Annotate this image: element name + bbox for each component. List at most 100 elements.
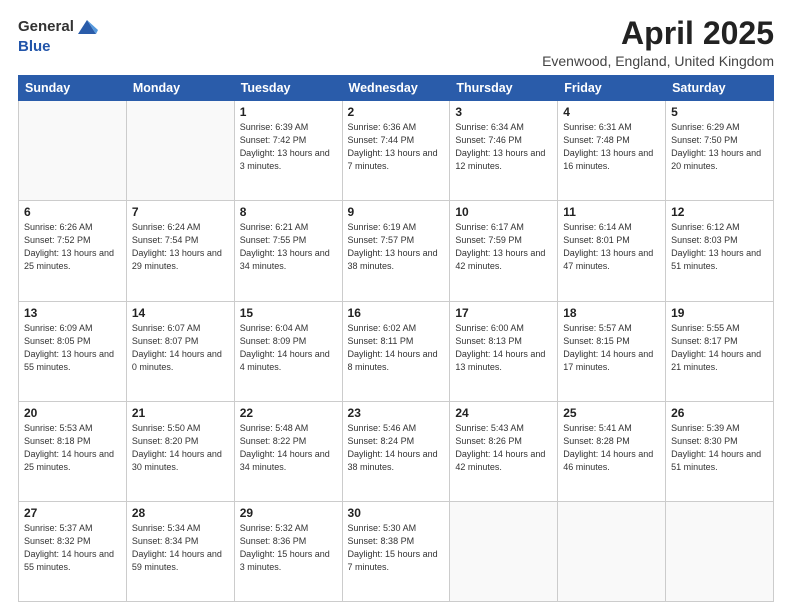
table-row: 15Sunrise: 6:04 AM Sunset: 8:09 PM Dayli… [234, 301, 342, 401]
table-row: 25 Sunrise: 5:41 AM Sunset: 8:28 PM Dayli… [558, 401, 666, 501]
table-row [558, 501, 666, 601]
day-info: Sunrise: 6:04 AM Sunset: 8:09 PM Dayligh… [240, 322, 337, 374]
logo-blue: Blue [18, 38, 51, 55]
day-number: 27 [24, 506, 121, 520]
table-row: 13 Sunrise: 6:09 AM Sunset: 8:05 PM Dayli… [19, 301, 127, 401]
table-row: 18Sunrise: 5:57 AM Sunset: 8:15 PM Dayli… [558, 301, 666, 401]
col-sunday: Sunday [19, 76, 127, 101]
day-number: 11 [563, 205, 660, 219]
day-info: Sunrise: 5:41 AM Sunset: 8:28 PM Dayligh… [563, 422, 660, 474]
day-info: Sunrise: 5:46 AM Sunset: 8:24 PM Dayligh… [348, 422, 445, 474]
location-subtitle: Evenwood, England, United Kingdom [542, 53, 774, 69]
day-info: Sunrise: 5:37 AM Sunset: 8:32 PM Dayligh… [24, 522, 121, 574]
day-info: Sunrise: 5:55 AM Sunset: 8:17 PM Dayligh… [671, 322, 768, 374]
day-number: 22 [240, 406, 337, 420]
day-info: Sunrise: 6:02 AM Sunset: 8:11 PM Dayligh… [348, 322, 445, 374]
table-row: 26 Sunrise: 5:39 AM Sunset: 8:30 PM Dayli… [666, 401, 774, 501]
calendar-week-row: 27 Sunrise: 5:37 AM Sunset: 8:32 PM Dayli… [19, 501, 774, 601]
table-row: 24Sunrise: 5:43 AM Sunset: 8:26 PM Dayli… [450, 401, 558, 501]
col-tuesday: Tuesday [234, 76, 342, 101]
day-info: Sunrise: 6:31 AM Sunset: 7:48 PM Dayligh… [563, 121, 660, 173]
day-number: 19 [671, 306, 768, 320]
day-info: Sunrise: 5:57 AM Sunset: 8:15 PM Dayligh… [563, 322, 660, 374]
table-row: 29 Sunrise: 5:32 AM Sunset: 8:36 PM Dayli… [234, 501, 342, 601]
table-row: 20Sunrise: 5:53 AM Sunset: 8:18 PM Dayli… [19, 401, 127, 501]
table-row: 8 Sunrise: 6:21 AM Sunset: 7:55 PM Daylig… [234, 201, 342, 301]
table-row: 3Sunrise: 6:34 AM Sunset: 7:46 PM Daylig… [450, 101, 558, 201]
col-friday: Friday [558, 76, 666, 101]
day-info: Sunrise: 6:14 AM Sunset: 8:01 PM Dayligh… [563, 221, 660, 273]
col-monday: Monday [126, 76, 234, 101]
day-number: 25 [563, 406, 660, 420]
table-row: 6 Sunrise: 6:26 AM Sunset: 7:52 PM Daylig… [19, 201, 127, 301]
day-info: Sunrise: 6:00 AM Sunset: 8:13 PM Dayligh… [455, 322, 552, 374]
title-block: April 2025 Evenwood, England, United Kin… [542, 16, 774, 69]
day-number: 12 [671, 205, 768, 219]
day-info: Sunrise: 5:53 AM Sunset: 8:18 PM Dayligh… [24, 422, 121, 474]
day-info: Sunrise: 6:39 AM Sunset: 7:42 PM Dayligh… [240, 121, 337, 173]
col-wednesday: Wednesday [342, 76, 450, 101]
day-info: Sunrise: 5:39 AM Sunset: 8:30 PM Dayligh… [671, 422, 768, 474]
calendar-week-row: 13 Sunrise: 6:09 AM Sunset: 8:05 PM Dayli… [19, 301, 774, 401]
day-number: 17 [455, 306, 552, 320]
table-row [666, 501, 774, 601]
day-number: 7 [132, 205, 229, 219]
day-info: Sunrise: 5:34 AM Sunset: 8:34 PM Dayligh… [132, 522, 229, 574]
day-info: Sunrise: 6:09 AM Sunset: 8:05 PM Dayligh… [24, 322, 121, 374]
page: General Blue April 2025 Evenwood, Englan… [0, 0, 792, 612]
day-info: Sunrise: 6:12 AM Sunset: 8:03 PM Dayligh… [671, 221, 768, 273]
day-info: Sunrise: 6:24 AM Sunset: 7:54 PM Dayligh… [132, 221, 229, 273]
calendar-week-row: 1 Sunrise: 6:39 AM Sunset: 7:42 PM Daylig… [19, 101, 774, 201]
logo: General Blue [18, 16, 98, 56]
table-row: 4Sunrise: 6:31 AM Sunset: 7:48 PM Daylig… [558, 101, 666, 201]
table-row: 12 Sunrise: 6:12 AM Sunset: 8:03 PM Dayli… [666, 201, 774, 301]
day-info: Sunrise: 6:17 AM Sunset: 7:59 PM Dayligh… [455, 221, 552, 273]
table-row: 19 Sunrise: 5:55 AM Sunset: 8:17 PM Dayli… [666, 301, 774, 401]
table-row: 28 Sunrise: 5:34 AM Sunset: 8:34 PM Dayli… [126, 501, 234, 601]
day-info: Sunrise: 6:26 AM Sunset: 7:52 PM Dayligh… [24, 221, 121, 273]
logo-icon [76, 16, 98, 38]
table-row: 22 Sunrise: 5:48 AM Sunset: 8:22 PM Dayli… [234, 401, 342, 501]
day-number: 26 [671, 406, 768, 420]
month-year-title: April 2025 [542, 16, 774, 51]
day-number: 5 [671, 105, 768, 119]
day-number: 30 [348, 506, 445, 520]
table-row [450, 501, 558, 601]
table-row: 14 Sunrise: 6:07 AM Sunset: 8:07 PM Dayli… [126, 301, 234, 401]
day-number: 14 [132, 306, 229, 320]
day-number: 28 [132, 506, 229, 520]
table-row: 16Sunrise: 6:02 AM Sunset: 8:11 PM Dayli… [342, 301, 450, 401]
logo-general: General [18, 19, 74, 36]
table-row: 10Sunrise: 6:17 AM Sunset: 7:59 PM Dayli… [450, 201, 558, 301]
day-number: 24 [455, 406, 552, 420]
table-row: 21Sunrise: 5:50 AM Sunset: 8:20 PM Dayli… [126, 401, 234, 501]
day-info: Sunrise: 6:34 AM Sunset: 7:46 PM Dayligh… [455, 121, 552, 173]
day-info: Sunrise: 5:30 AM Sunset: 8:38 PM Dayligh… [348, 522, 445, 574]
day-number: 13 [24, 306, 121, 320]
table-row: 5 Sunrise: 6:29 AM Sunset: 7:50 PM Daylig… [666, 101, 774, 201]
day-number: 23 [348, 406, 445, 420]
table-row: 1 Sunrise: 6:39 AM Sunset: 7:42 PM Daylig… [234, 101, 342, 201]
day-number: 8 [240, 205, 337, 219]
col-saturday: Saturday [666, 76, 774, 101]
table-row: 23 Sunrise: 5:46 AM Sunset: 8:24 PM Dayli… [342, 401, 450, 501]
day-info: Sunrise: 5:32 AM Sunset: 8:36 PM Dayligh… [240, 522, 337, 574]
day-info: Sunrise: 5:48 AM Sunset: 8:22 PM Dayligh… [240, 422, 337, 474]
calendar-header-row: Sunday Monday Tuesday Wednesday Thursday… [19, 76, 774, 101]
day-number: 2 [348, 105, 445, 119]
day-number: 1 [240, 105, 337, 119]
day-info: Sunrise: 6:29 AM Sunset: 7:50 PM Dayligh… [671, 121, 768, 173]
day-info: Sunrise: 6:19 AM Sunset: 7:57 PM Dayligh… [348, 221, 445, 273]
table-row: 9 Sunrise: 6:19 AM Sunset: 7:57 PM Daylig… [342, 201, 450, 301]
table-row: 2Sunrise: 6:36 AM Sunset: 7:44 PM Daylig… [342, 101, 450, 201]
col-thursday: Thursday [450, 76, 558, 101]
table-row: 7 Sunrise: 6:24 AM Sunset: 7:54 PM Daylig… [126, 201, 234, 301]
table-row [19, 101, 127, 201]
calendar-table: Sunday Monday Tuesday Wednesday Thursday… [18, 75, 774, 602]
day-number: 9 [348, 205, 445, 219]
day-number: 29 [240, 506, 337, 520]
day-info: Sunrise: 6:07 AM Sunset: 8:07 PM Dayligh… [132, 322, 229, 374]
day-number: 6 [24, 205, 121, 219]
day-info: Sunrise: 6:21 AM Sunset: 7:55 PM Dayligh… [240, 221, 337, 273]
table-row [126, 101, 234, 201]
